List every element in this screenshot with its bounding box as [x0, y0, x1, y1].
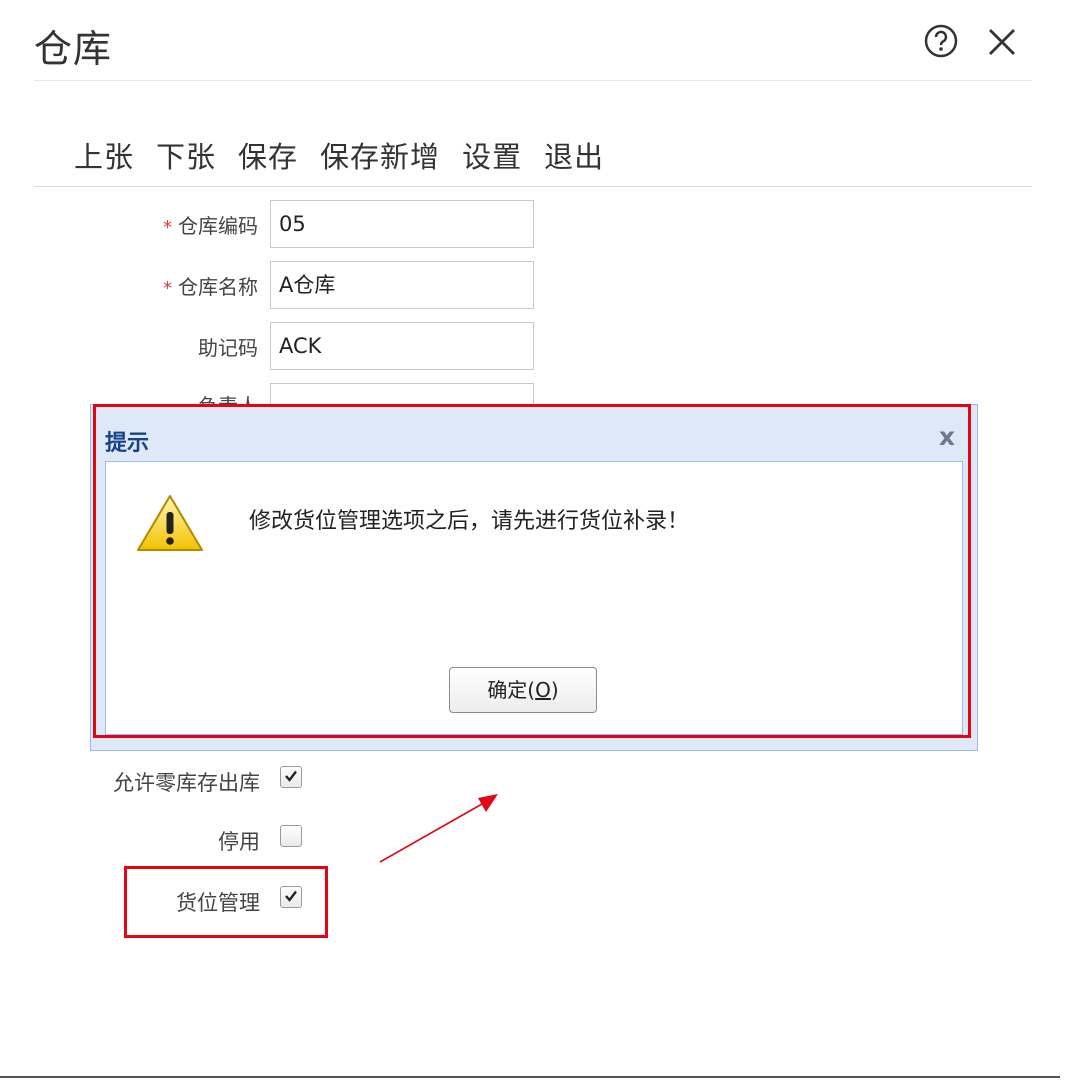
warehouse-code-label: * 仓库编码 — [163, 214, 258, 238]
close-icon[interactable] — [982, 22, 1022, 62]
checkmark-icon — [285, 770, 297, 782]
disabled-label: 停用 — [218, 830, 260, 854]
required-mark: * — [163, 217, 172, 238]
warehouse-name-label: * 仓库名称 — [163, 275, 258, 299]
warehouse-name-input[interactable]: A仓库 — [270, 261, 534, 309]
help-icon[interactable] — [922, 22, 960, 60]
mnemonic-code-label: 助记码 — [198, 336, 258, 360]
save-button[interactable]: 保存 — [238, 134, 298, 176]
dialog-highlight — [93, 404, 971, 738]
settings-button[interactable]: 设置 — [462, 134, 522, 176]
location-management-highlight — [124, 866, 328, 938]
required-mark: * — [163, 278, 172, 299]
allow-zero-stock-checkbox[interactable] — [280, 766, 302, 788]
allow-zero-stock-label: 允许零库存出库 — [113, 771, 260, 795]
disabled-checkbox[interactable] — [280, 825, 302, 847]
toolbar: 上张 下张 保存 保存新增 设置 退出 — [74, 134, 604, 176]
warehouse-code-input[interactable]: 05 — [270, 200, 534, 248]
exit-button[interactable]: 退出 — [544, 134, 604, 176]
prev-record-button[interactable]: 上张 — [74, 134, 134, 176]
title-divider — [34, 80, 1032, 81]
annotation-arrow-icon — [379, 794, 498, 863]
mnemonic-code-input[interactable]: ACK — [270, 322, 534, 370]
bottom-border — [0, 1076, 1060, 1078]
next-record-button[interactable]: 下张 — [156, 134, 216, 176]
window-title: 仓库 — [34, 27, 113, 71]
save-and-new-button[interactable]: 保存新增 — [320, 134, 440, 176]
toolbar-divider — [34, 186, 1032, 187]
